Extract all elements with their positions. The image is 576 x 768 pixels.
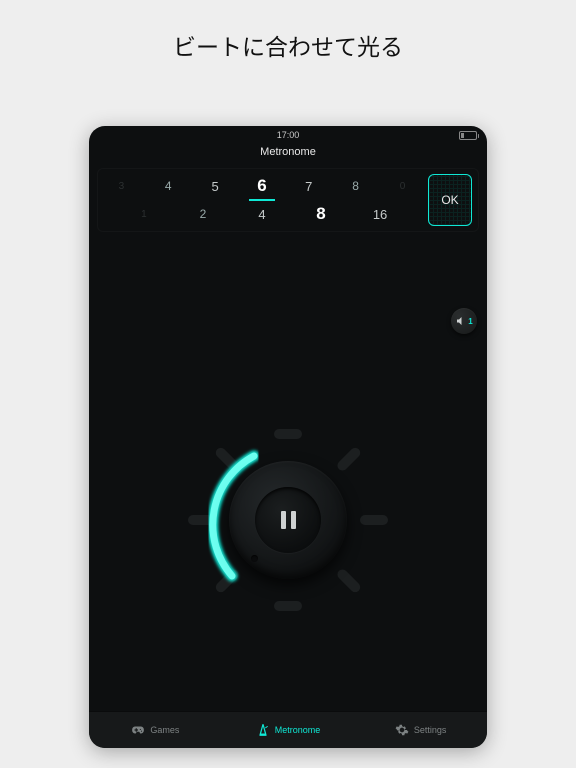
time-signature-panel: 3 4 5 6 7 8 0 1 2 4 8 16 OK [97, 168, 479, 232]
page-headline: ビートに合わせて光る [0, 0, 576, 70]
tab-games[interactable]: Games [89, 712, 222, 748]
app-title: Metronome [89, 144, 487, 164]
numerator-row[interactable]: 3 4 5 6 7 8 0 [98, 175, 426, 197]
gamepad-icon [131, 723, 145, 737]
tempo-dial[interactable] [194, 426, 382, 614]
metronome-icon [256, 723, 270, 737]
tab-label: Games [150, 725, 179, 735]
numerator-option[interactable]: 4 [145, 179, 192, 193]
denominator-option[interactable]: 16 [351, 207, 410, 222]
fraction-divider [249, 199, 275, 201]
numerator-option[interactable]: 0 [379, 181, 426, 192]
numerator-option[interactable]: 7 [285, 179, 332, 194]
denominator-row[interactable]: 1 2 4 8 16 [98, 203, 426, 225]
dial-knob[interactable] [229, 461, 347, 579]
denominator-option[interactable]: 1 [114, 209, 173, 220]
device-frame: 17:00 Metronome 3 4 5 6 7 8 0 1 2 4 8 16 [89, 126, 487, 748]
status-time: 17:00 [277, 130, 300, 140]
tab-settings[interactable]: Settings [354, 712, 487, 748]
tab-metronome[interactable]: Metronome [222, 712, 355, 748]
denominator-option[interactable]: 4 [232, 207, 291, 222]
numerator-option[interactable]: 5 [192, 179, 239, 194]
numerator-option[interactable]: 3 [98, 181, 145, 192]
tab-label: Settings [414, 725, 447, 735]
play-pause-button[interactable] [255, 487, 321, 553]
sound-select-button[interactable]: 1 [451, 308, 477, 334]
pause-icon [281, 511, 296, 529]
sound-count: 1 [468, 317, 472, 326]
time-signature-picker[interactable]: 3 4 5 6 7 8 0 1 2 4 8 16 [98, 169, 426, 231]
gear-icon [395, 723, 409, 737]
denominator-option[interactable]: 2 [173, 207, 232, 221]
numerator-selected[interactable]: 6 [239, 176, 286, 196]
status-bar: 17:00 [89, 126, 487, 144]
knob-indicator-dot [251, 555, 258, 562]
numerator-option[interactable]: 8 [332, 179, 379, 193]
battery-icon [459, 131, 477, 140]
speaker-icon [455, 315, 467, 327]
tab-bar: Games Metronome Settings [89, 711, 487, 748]
tab-label: Metronome [275, 725, 321, 735]
ok-button[interactable]: OK [428, 174, 472, 226]
denominator-selected[interactable]: 8 [292, 204, 351, 224]
